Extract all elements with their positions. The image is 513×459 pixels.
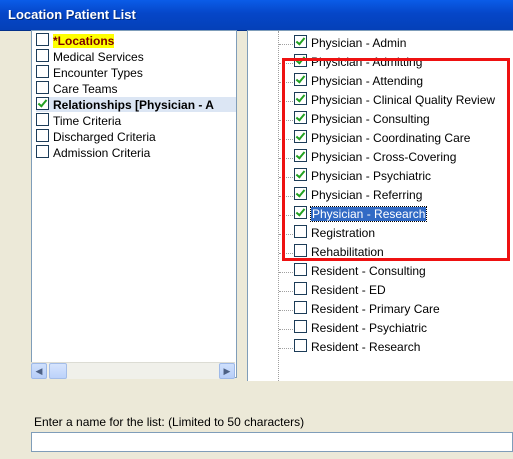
scroll-thumb[interactable]: [49, 363, 67, 379]
tree-branch-line: [279, 329, 293, 330]
title-bar: Location Patient List: [0, 0, 513, 31]
criteria-item[interactable]: *Locations: [36, 33, 236, 48]
tree-branch-line: [279, 310, 293, 311]
criteria-item-label: *Locations: [53, 33, 115, 48]
scroll-right-button[interactable]: ▶: [219, 363, 235, 379]
criteria-item[interactable]: Care Teams: [36, 81, 236, 96]
highlight-box: [282, 58, 510, 261]
criteria-checkbox[interactable]: [36, 113, 49, 127]
relationship-item[interactable]: Resident - Consulting: [294, 263, 426, 282]
criteria-item-label: Time Criteria: [53, 113, 122, 128]
scroll-left-button[interactable]: ◀: [31, 363, 47, 379]
tree-branch-line: [279, 44, 293, 45]
relationship-checkbox[interactable]: [294, 282, 307, 296]
relationship-item[interactable]: Physician - Admin: [294, 35, 406, 54]
tree-branch-line: [279, 348, 293, 349]
relationship-item-label: Physician - Admin: [311, 35, 407, 50]
criteria-item[interactable]: Medical Services: [36, 49, 236, 64]
relationship-checkbox[interactable]: [294, 320, 307, 334]
relationship-item[interactable]: Resident - Psychiatric: [294, 320, 427, 339]
criteria-item[interactable]: Encounter Types: [36, 65, 236, 80]
criteria-item-label: Care Teams: [53, 81, 118, 96]
criteria-item[interactable]: Discharged Criteria: [36, 129, 236, 144]
criteria-checkbox[interactable]: [36, 129, 49, 143]
relationship-checkbox[interactable]: [294, 301, 307, 315]
relationship-item[interactable]: Resident - ED: [294, 282, 386, 301]
criteria-item-label: Medical Services: [53, 49, 144, 64]
criteria-checkbox[interactable]: [36, 33, 49, 47]
relationship-item-label: Resident - Primary Care: [311, 301, 440, 316]
criteria-item-label: Admission Criteria: [53, 145, 151, 160]
relationship-item-label: Resident - Psychiatric: [311, 320, 428, 335]
criteria-item-label: Discharged Criteria: [53, 129, 156, 144]
criteria-item[interactable]: Relationships [Physician - A: [36, 97, 236, 112]
criteria-item[interactable]: Admission Criteria: [36, 145, 236, 160]
window-title: Location Patient List: [8, 7, 136, 22]
relationship-item[interactable]: Resident - Primary Care: [294, 301, 440, 320]
criteria-checkbox[interactable]: [36, 97, 49, 111]
criteria-list-hscrollbar[interactable]: ◀ ▶: [31, 362, 235, 379]
relationship-item-label: Resident - ED: [311, 282, 386, 297]
relationship-item-label: Resident - Research: [311, 339, 421, 354]
tree-branch-line: [279, 291, 293, 292]
criteria-checkbox[interactable]: [36, 81, 49, 95]
criteria-item-label: Relationships [Physician - A: [53, 97, 214, 112]
criteria-item-label: Encounter Types: [53, 65, 143, 80]
relationship-checkbox[interactable]: [294, 339, 307, 353]
criteria-checkbox[interactable]: [36, 145, 49, 159]
relationship-checkbox[interactable]: [294, 263, 307, 277]
list-name-label: Enter a name for the list: (Limited to 5…: [34, 415, 305, 429]
tree-branch-line: [279, 272, 293, 273]
relationship-checkbox[interactable]: [294, 35, 307, 49]
criteria-checkbox[interactable]: [36, 49, 49, 63]
list-name-input[interactable]: [31, 432, 513, 452]
criteria-item[interactable]: Time Criteria: [36, 113, 236, 128]
relationship-item[interactable]: Resident - Research: [294, 339, 420, 358]
criteria-checkbox[interactable]: [36, 65, 49, 79]
criteria-list[interactable]: *Locations Medical Services Encounter Type…: [31, 30, 237, 378]
relationship-item-label: Resident - Consulting: [311, 263, 426, 278]
